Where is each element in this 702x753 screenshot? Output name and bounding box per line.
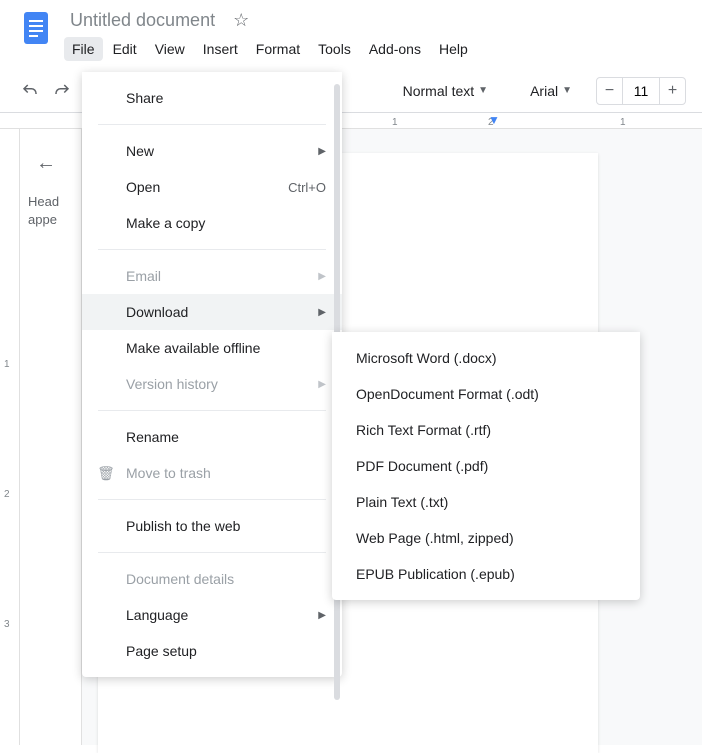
menu-format[interactable]: Format — [248, 37, 308, 61]
font-size-increase[interactable]: + — [659, 78, 685, 104]
menu-item-rename[interactable]: Rename — [82, 419, 342, 455]
star-icon[interactable]: ☆ — [233, 10, 249, 31]
menu-divider — [98, 249, 326, 250]
undo-button[interactable] — [16, 77, 44, 105]
shortcut-label: Ctrl+O — [288, 180, 326, 195]
file-dropdown-menu: Share New▶ OpenCtrl+O Make a copy Email▶… — [82, 72, 342, 677]
redo-button[interactable] — [48, 77, 76, 105]
chevron-right-icon: ▶ — [318, 610, 326, 621]
menu-insert[interactable]: Insert — [195, 37, 246, 61]
chevron-right-icon: ▶ — [318, 271, 326, 282]
menu-item-email[interactable]: Email▶ — [82, 258, 342, 294]
menu-divider — [98, 410, 326, 411]
outline-panel: ← Head appe — [20, 129, 82, 745]
menu-divider — [98, 552, 326, 553]
docs-logo[interactable] — [16, 8, 56, 48]
chevron-right-icon: ▶ — [318, 146, 326, 157]
outline-placeholder: Head appe — [28, 193, 73, 229]
menu-item-make-copy[interactable]: Make a copy — [82, 205, 342, 241]
paragraph-style-select[interactable]: Normal text▼ — [395, 79, 496, 103]
menu-item-open[interactable]: OpenCtrl+O — [82, 169, 342, 205]
download-submenu: Microsoft Word (.docx) OpenDocument Form… — [332, 332, 640, 600]
download-odt[interactable]: OpenDocument Format (.odt) — [332, 376, 640, 412]
indent-marker-icon[interactable]: ▼ — [488, 113, 500, 127]
menu-item-publish[interactable]: Publish to the web — [82, 508, 342, 544]
chevron-down-icon: ▼ — [478, 85, 488, 96]
back-button[interactable]: ← — [28, 145, 64, 181]
menu-addons[interactable]: Add-ons — [361, 37, 429, 61]
chevron-right-icon: ▶ — [318, 379, 326, 390]
menu-item-doc-details[interactable]: Document details — [82, 561, 342, 597]
download-docx[interactable]: Microsoft Word (.docx) — [332, 340, 640, 376]
trash-icon: 🗑 — [96, 465, 116, 482]
font-select[interactable]: Arial ▼ — [522, 79, 580, 103]
paragraph-style-label: Normal text — [403, 83, 475, 99]
menu-item-make-offline[interactable]: Make available offline — [82, 330, 342, 366]
ruler-mark: 2 — [4, 489, 10, 500]
menu-item-version-history[interactable]: Version history▶ — [82, 366, 342, 402]
font-size-decrease[interactable]: − — [597, 78, 623, 104]
menu-view[interactable]: View — [147, 37, 193, 61]
ruler-mark: 1 — [620, 117, 626, 128]
menu-tools[interactable]: Tools — [310, 37, 359, 61]
ruler-mark: 3 — [4, 619, 10, 630]
chevron-down-icon: ▼ — [562, 85, 572, 96]
chevron-right-icon: ▶ — [318, 307, 326, 318]
menu-divider — [98, 499, 326, 500]
font-label: Arial — [530, 83, 558, 99]
menu-file[interactable]: File — [64, 37, 103, 61]
font-size-value[interactable]: 11 — [623, 83, 659, 99]
menubar: File Edit View Insert Format Tools Add-o… — [64, 33, 476, 69]
ruler-mark: 1 — [392, 117, 398, 128]
menu-item-new[interactable]: New▶ — [82, 133, 342, 169]
menu-item-language[interactable]: Language▶ — [82, 597, 342, 633]
download-txt[interactable]: Plain Text (.txt) — [332, 484, 640, 520]
download-rtf[interactable]: Rich Text Format (.rtf) — [332, 412, 640, 448]
download-epub[interactable]: EPUB Publication (.epub) — [332, 556, 640, 592]
download-html[interactable]: Web Page (.html, zipped) — [332, 520, 640, 556]
menu-item-page-setup[interactable]: Page setup — [82, 633, 342, 669]
menu-edit[interactable]: Edit — [105, 37, 145, 61]
menu-item-share[interactable]: Share — [82, 80, 342, 116]
menu-divider — [98, 124, 326, 125]
download-pdf[interactable]: PDF Document (.pdf) — [332, 448, 640, 484]
menu-item-download[interactable]: Download▶ — [82, 294, 342, 330]
menu-item-move-trash[interactable]: 🗑Move to trash — [82, 455, 342, 491]
ruler-mark: 1 — [4, 359, 10, 370]
vertical-ruler[interactable]: 1 2 3 — [0, 129, 20, 745]
menu-help[interactable]: Help — [431, 37, 476, 61]
font-size-stepper: − 11 + — [596, 77, 686, 105]
document-title[interactable]: Untitled document — [64, 8, 221, 33]
